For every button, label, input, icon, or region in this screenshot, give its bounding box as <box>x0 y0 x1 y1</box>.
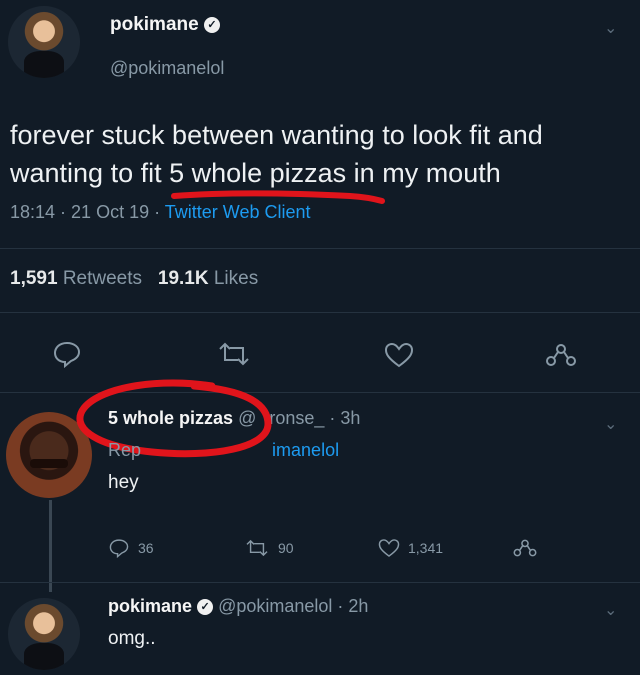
verified-badge-icon: ✓ <box>197 599 214 616</box>
reply-retweet-count: 90 <box>278 540 294 556</box>
likes-count: 19.1K <box>157 268 209 289</box>
reply-icon <box>109 539 129 558</box>
thread-line <box>49 500 52 592</box>
reply-share-icon[interactable] <box>512 536 538 560</box>
like-icon[interactable] <box>384 342 414 368</box>
divider <box>0 312 640 313</box>
retweet-icon <box>246 539 268 557</box>
replying-to-handle[interactable]: imanelol <box>272 440 339 460</box>
tweet-timestamp: 18:14 · 21 Oct 19 · <box>10 202 161 222</box>
tweet-meta: 18:14 · 21 Oct 19 · Twitter Web Client <box>10 202 311 223</box>
reply2-handle[interactable]: @pokimanelol · 2h <box>218 596 368 616</box>
verified-badge-icon: ✓ <box>203 16 220 33</box>
reply2-menu-chevron-icon[interactable]: ⌄ <box>604 600 617 620</box>
tweet-text-line-1: forever stuck between wanting to look fi… <box>10 120 543 150</box>
replying-to-line: Rep imanelol <box>108 440 339 461</box>
retweet-icon[interactable] <box>216 340 252 368</box>
tweet-menu-chevron-icon[interactable]: ⌄ <box>604 18 617 38</box>
retweets-label: Retweets <box>62 268 143 289</box>
divider <box>0 248 640 249</box>
retweets-count: 1,591 <box>10 268 58 289</box>
reply-menu-chevron-icon[interactable]: ⌄ <box>604 414 617 434</box>
author-name-row[interactable]: pokimane ✓ <box>110 14 220 36</box>
share-icon[interactable] <box>544 340 578 370</box>
reply-reply-action[interactable]: 36 <box>108 538 154 558</box>
likes-stat[interactable]: 19.1K Likes <box>158 268 258 289</box>
author-handle[interactable]: @pokimanelol <box>110 58 224 79</box>
reply-like-count: 1,341 <box>408 540 444 556</box>
replying-to-prefix: Rep <box>108 440 142 460</box>
reply-time: · 3h <box>329 408 361 428</box>
like-icon <box>378 539 400 557</box>
reply-text: hey <box>108 472 139 493</box>
likes-label: Likes <box>213 268 259 289</box>
reply2-text: omg.. <box>108 628 156 649</box>
author-avatar[interactable] <box>8 6 80 78</box>
author-display-name[interactable]: pokimane <box>110 14 199 35</box>
reply2-display-name[interactable]: pokimane <box>108 596 192 616</box>
tweet-stats: 1,591 Retweets 19.1K Likes <box>10 268 258 290</box>
reply2-author-avatar[interactable] <box>8 598 80 670</box>
reply-icon[interactable] <box>52 340 82 368</box>
tweet-client-link[interactable]: Twitter Web Client <box>165 202 311 222</box>
retweets-stat[interactable]: 1,591 Retweets <box>10 268 147 289</box>
reply2-header: pokimane ✓ @pokimanelol · 2h <box>108 596 368 617</box>
reply-like-action[interactable]: 1,341 <box>378 538 443 558</box>
divider <box>0 582 640 583</box>
reply-reply-count: 36 <box>138 540 154 556</box>
reply-retweet-action[interactable]: 90 <box>244 538 294 558</box>
